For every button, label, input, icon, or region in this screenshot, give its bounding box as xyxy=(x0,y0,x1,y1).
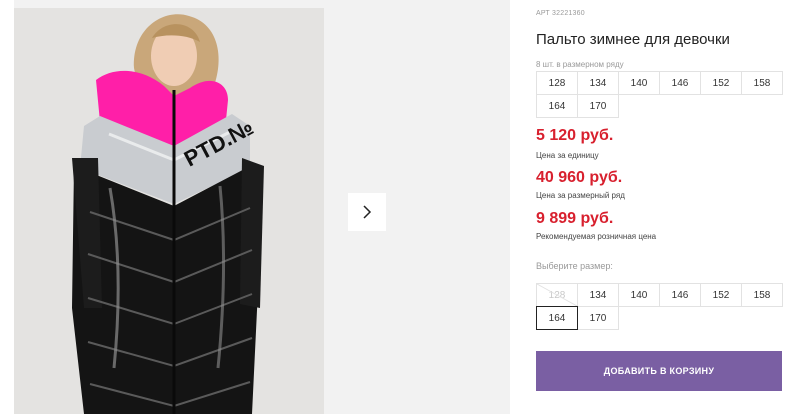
size-option[interactable]: 158 xyxy=(741,283,783,307)
gallery-margin xyxy=(0,0,14,414)
size-row-cell: 134 xyxy=(577,71,619,95)
strikethrough-icon xyxy=(537,284,577,306)
gallery-next-button[interactable] xyxy=(348,193,386,231)
size-row-cell: 146 xyxy=(659,71,701,95)
size-row-cell: 152 xyxy=(700,71,742,95)
unit-price-caption: Цена за единицу xyxy=(536,151,599,160)
size-option[interactable]: 146 xyxy=(659,283,701,307)
size-option[interactable]: 134 xyxy=(577,283,619,307)
size-row-cell: 158 xyxy=(741,71,783,95)
size-row-cell: 140 xyxy=(618,71,660,95)
size-row-cell: 128 xyxy=(536,71,578,95)
size-row-cell: 164 xyxy=(536,94,578,118)
size-option[interactable]: 140 xyxy=(618,283,660,307)
size-option-selected[interactable]: 164 xyxy=(536,306,578,330)
size-row-price-caption: Цена за размерный ряд xyxy=(536,191,625,200)
size-option[interactable]: 170 xyxy=(577,306,619,330)
choose-size-label: Выберите размер: xyxy=(536,261,613,271)
product-title: Пальто зимнее для девочки xyxy=(536,31,730,48)
size-option-unavailable[interactable]: 128 xyxy=(536,283,578,307)
size-row-cell: 170 xyxy=(577,94,619,118)
size-row-grid: 128 134 140 146 152 158 164 170 xyxy=(536,71,783,118)
add-to-cart-button[interactable]: ДОБАВИТЬ В КОРЗИНУ xyxy=(536,351,782,391)
size-row-price: 40 960 руб. xyxy=(536,169,623,186)
size-picker-grid: 128 134 140 146 152 158 164 170 xyxy=(536,283,783,330)
unit-price: 5 120 руб. xyxy=(536,127,614,144)
retail-price: 9 899 руб. xyxy=(536,210,614,227)
product-gallery: PTD.№ xyxy=(0,0,510,414)
product-sku: АРТ 32221360 xyxy=(536,10,585,17)
chevron-right-icon xyxy=(363,205,372,219)
retail-price-caption: Рекомендуемая розничная цена xyxy=(536,232,657,241)
product-photo[interactable]: PTD.№ xyxy=(14,8,324,414)
size-option[interactable]: 152 xyxy=(700,283,742,307)
product-photo-illustration: PTD.№ xyxy=(14,8,324,414)
size-row-label: 8 шт. в размерном ряду xyxy=(536,60,624,69)
